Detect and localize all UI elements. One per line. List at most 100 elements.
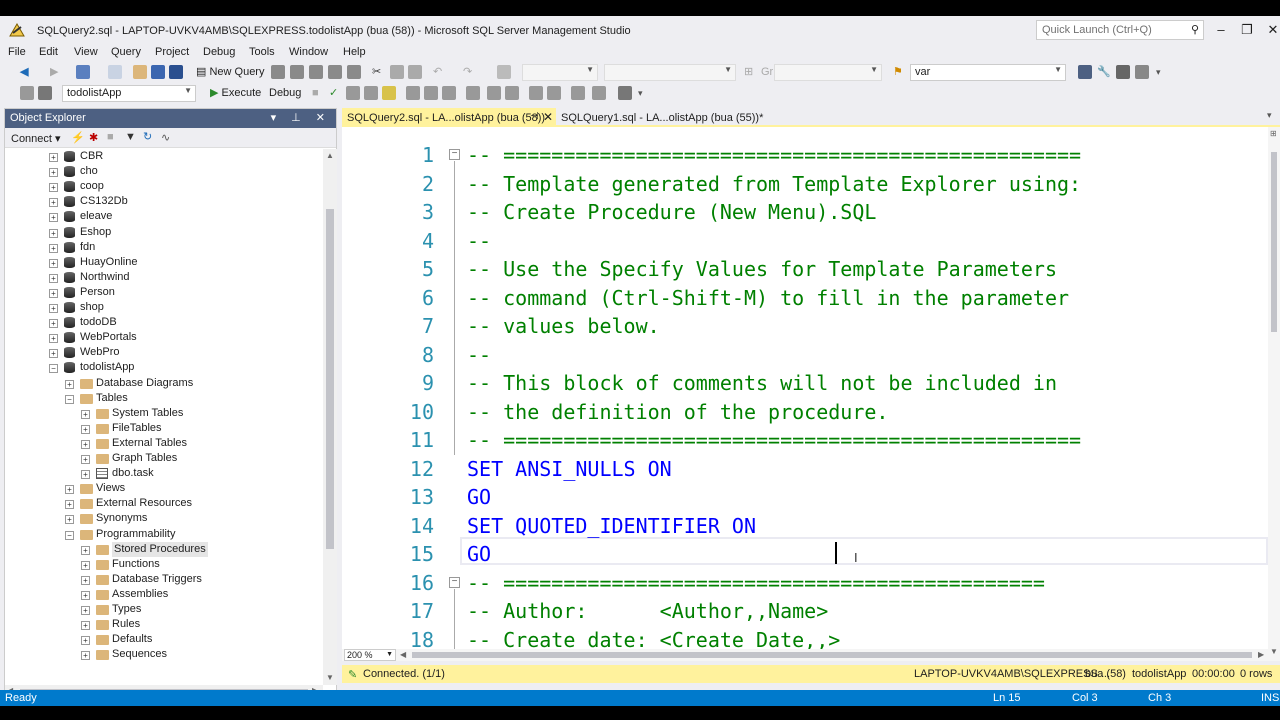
copy-icon[interactable] — [390, 65, 404, 79]
tree-node[interactable]: + Synonyms — [5, 511, 323, 526]
expand-icon[interactable]: + — [81, 621, 90, 631]
expand-icon[interactable]: + — [49, 198, 58, 208]
tree-node[interactable]: + Stored Procedures — [5, 541, 323, 557]
minimize-button[interactable]: – — [1210, 20, 1232, 40]
expand-icon[interactable]: + — [49, 168, 58, 178]
code-line[interactable]: -- This block of comments will not be in… — [467, 369, 1057, 397]
uncomment-icon[interactable] — [547, 86, 561, 100]
scroll-thumb[interactable] — [1271, 152, 1277, 332]
code-line[interactable]: GO — [467, 540, 491, 568]
code-line[interactable]: -- Create Procedure (New Menu).SQL — [467, 198, 876, 226]
code-line[interactable]: -- Author: <Author,,Name> — [467, 597, 828, 625]
dmx-query-icon[interactable] — [328, 65, 342, 79]
tree-node[interactable]: + Functions — [5, 557, 323, 572]
results-grid-icon[interactable] — [487, 86, 501, 100]
horizontal-scroll-thumb[interactable] — [412, 652, 1252, 658]
quick-launch-input[interactable]: Quick Launch (Ctrl+Q) ⚲ — [1036, 20, 1204, 40]
expand-icon[interactable]: + — [49, 243, 58, 253]
toolbar-overflow-icon[interactable]: ▾ — [638, 86, 643, 100]
expand-icon[interactable]: + — [81, 590, 90, 600]
collapse-icon[interactable]: − — [65, 530, 74, 540]
tree-node[interactable]: + cho — [5, 164, 323, 179]
toolbox-icon[interactable] — [1116, 65, 1130, 79]
tree-node[interactable]: + WebPro — [5, 345, 323, 360]
tree-node[interactable]: + WebPortals — [5, 330, 323, 345]
code-line[interactable]: GO — [467, 483, 491, 511]
debug-button[interactable]: Debug — [269, 86, 301, 100]
tree-node[interactable]: − Tables — [5, 391, 323, 406]
code-line[interactable]: -- Use the Specify Values for Template P… — [467, 255, 1057, 283]
fold-collapse-icon[interactable]: − — [449, 149, 460, 160]
grid-icon[interactable]: ⊞ — [744, 65, 753, 79]
specify-values-icon[interactable] — [618, 86, 632, 100]
expand-icon[interactable]: + — [81, 651, 90, 661]
tree-node[interactable]: + Views — [5, 481, 323, 496]
close-button[interactable]: ✕ — [1262, 20, 1280, 40]
tree-node[interactable]: + shop — [5, 300, 323, 315]
connect-object-icon[interactable]: ⚡ — [71, 131, 85, 144]
tree-node[interactable]: + Eshop — [5, 225, 323, 240]
scroll-down-icon[interactable]: ▼ — [1270, 647, 1278, 656]
code-line[interactable]: SET QUOTED_IDENTIFIER ON — [467, 512, 756, 540]
expand-icon[interactable]: + — [49, 273, 58, 283]
expand-icon[interactable]: + — [49, 228, 58, 238]
tab-overflow-icon[interactable]: ▾ — [1267, 110, 1272, 121]
object-explorer-vertical-scrollbar[interactable]: ▲ ▼ — [323, 149, 337, 685]
results-text-icon[interactable] — [466, 86, 480, 100]
tree-node[interactable]: + Rules — [5, 617, 323, 632]
menu-query[interactable]: Query — [111, 46, 141, 58]
expand-icon[interactable]: + — [81, 439, 90, 449]
tree-node[interactable]: + CBR — [5, 149, 323, 164]
intellisense-icon[interactable] — [382, 86, 396, 100]
tree-node[interactable]: − Programmability — [5, 527, 323, 542]
refresh-icon[interactable]: ↻ — [143, 130, 152, 143]
code-line[interactable]: -- command (Ctrl-Shift-M) to fill in the… — [467, 284, 1069, 312]
paste-icon[interactable] — [408, 65, 422, 79]
undo-icon[interactable]: ↶ — [433, 65, 442, 79]
save-all-icon[interactable] — [169, 65, 183, 79]
comment-out-icon[interactable] — [529, 86, 543, 100]
scroll-left-icon[interactable]: ◀ — [400, 650, 406, 659]
code-line[interactable]: -- =====================================… — [467, 569, 1045, 597]
increase-indent-icon[interactable] — [592, 86, 606, 100]
tree-node[interactable]: + Database Diagrams — [5, 376, 323, 391]
disabled-combo[interactable]: ▼ — [774, 64, 882, 81]
new-query-button[interactable]: ▤ New Query — [196, 65, 264, 79]
tree-node[interactable]: + dbo.task — [5, 466, 323, 481]
menu-window[interactable]: Window — [289, 46, 328, 58]
tree-node[interactable]: + CS132Db — [5, 194, 323, 209]
open-folder-icon[interactable] — [133, 65, 147, 79]
collapse-icon[interactable]: − — [49, 364, 58, 374]
scroll-right-icon[interactable]: ▶ — [1258, 650, 1264, 659]
tree-node[interactable]: + coop — [5, 179, 323, 194]
toolbar-overflow-icon[interactable]: ▾ — [1156, 65, 1161, 79]
code-line[interactable]: SET ANSI_NULLS ON — [467, 455, 672, 483]
database-combo[interactable]: todolistApp ▼ — [62, 85, 196, 102]
menu-edit[interactable]: Edit — [39, 46, 58, 58]
new-file-icon[interactable] — [108, 65, 122, 79]
expand-icon[interactable]: + — [49, 258, 58, 268]
activity-icon[interactable]: ∿ — [161, 131, 170, 144]
decrease-indent-icon[interactable] — [571, 86, 585, 100]
tree-node[interactable]: + FileTables — [5, 421, 323, 436]
expand-icon[interactable]: + — [49, 213, 58, 223]
code-line[interactable]: -- =====================================… — [467, 141, 1081, 169]
expand-icon[interactable]: + — [81, 424, 90, 434]
zoom-combo[interactable]: 200 % ▼ — [344, 649, 396, 661]
tree-node[interactable]: + todoDB — [5, 315, 323, 330]
mdx-query-icon[interactable] — [309, 65, 323, 79]
expand-icon[interactable]: + — [65, 500, 74, 510]
expand-icon[interactable]: + — [65, 379, 74, 389]
code-line[interactable]: -- Create date: <Create Date,,> — [467, 626, 840, 650]
query-designer-icon[interactable] — [364, 86, 378, 100]
tree-node[interactable]: + fdn — [5, 240, 323, 255]
menu-file[interactable]: File — [8, 46, 26, 58]
filter-icon[interactable]: ▼ — [125, 131, 136, 143]
code-line[interactable]: -- values below. — [467, 312, 660, 340]
code-line[interactable]: -- — [467, 341, 491, 369]
sql-editor[interactable]: 1 -- ====================================… — [342, 127, 1268, 649]
tree-node[interactable]: + External Resources — [5, 496, 323, 511]
forward-icon[interactable]: ▶ — [50, 65, 58, 79]
expand-icon[interactable]: + — [81, 606, 90, 615]
expand-icon[interactable]: + — [65, 485, 74, 495]
